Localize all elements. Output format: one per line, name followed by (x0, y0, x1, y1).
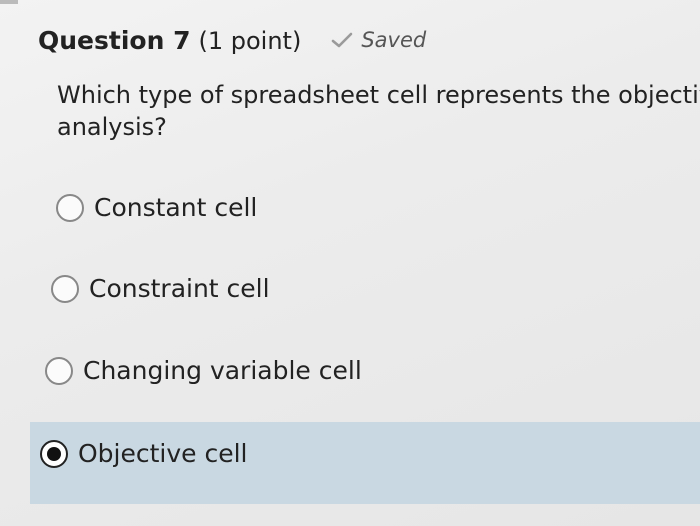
radio-unchecked-icon[interactable] (56, 193, 84, 222)
question-prompt: Which type of spreadsheet cell represent… (57, 79, 700, 143)
answer-option-label[interactable]: Objective cell (78, 439, 248, 468)
radio-unchecked-icon[interactable] (51, 274, 79, 303)
window-corner-mark (0, 0, 18, 4)
radio-unchecked-icon[interactable] (45, 356, 73, 385)
saved-label: Saved (361, 28, 427, 52)
question-points: (1 point) (198, 27, 302, 55)
answer-option-changing-variable-cell[interactable]: Changing variable cell (45, 356, 362, 385)
question-title: Question 7 (38, 26, 191, 55)
answer-option-objective-cell[interactable]: Objective cell (40, 439, 248, 468)
answer-option-constant-cell[interactable]: Constant cell (56, 193, 257, 222)
answer-option-label[interactable]: Changing variable cell (83, 356, 362, 385)
question-prompt-line-2: analysis? (57, 113, 167, 141)
answer-option-label[interactable]: Constant cell (94, 193, 257, 222)
saved-status: Saved (331, 28, 426, 52)
question-prompt-line-1: Which type of spreadsheet cell represent… (57, 81, 700, 109)
radio-dot-icon (47, 446, 61, 461)
answer-option-constraint-cell[interactable]: Constraint cell (51, 274, 270, 303)
check-icon (332, 32, 353, 48)
answer-option-label[interactable]: Constraint cell (89, 274, 270, 303)
radio-checked-icon[interactable] (40, 439, 68, 468)
question-header: Question 7 (1 point) Saved (38, 26, 426, 55)
